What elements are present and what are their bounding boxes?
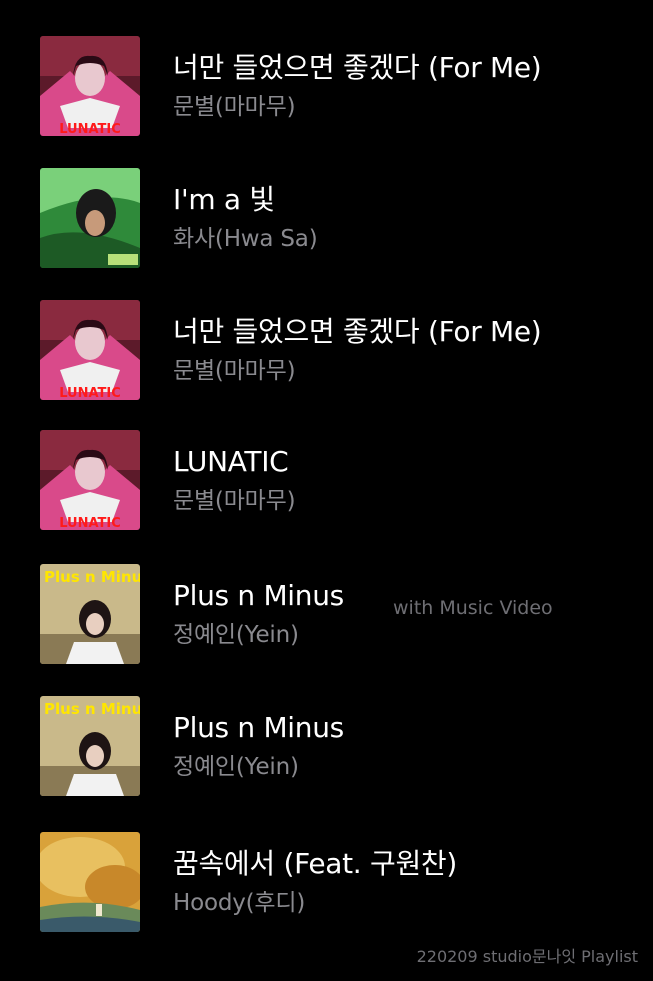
track-row[interactable]: Plus n Minus Plus n Minus 정예인(Yein) (0, 696, 653, 828)
track-title: Plus n Minus (173, 579, 344, 612)
music-video-badge: with Music Video (393, 597, 553, 619)
track-row[interactable]: LUNATIC 너만 들었으면 좋겠다 (For Me) 문별(마마무) (0, 300, 653, 432)
album-art-plus-n-minus-icon: Plus n Minus (40, 564, 140, 664)
track-row[interactable]: Plus n Minus Plus n Minus with Music Vid… (0, 564, 653, 696)
track-artist: 정예인(Yein) (173, 754, 299, 780)
album-art-text: Plus n Minus (44, 700, 140, 718)
album-art-text: LUNATIC (59, 386, 121, 400)
album-art-hwasa-icon (40, 168, 140, 268)
album-art-plus-n-minus-icon[interactable]: Plus n Minus (40, 564, 140, 664)
album-art-hoody-icon (40, 832, 140, 932)
track-artist: 문별(마마무) (173, 488, 296, 514)
album-art-text: LUNATIC (59, 122, 121, 136)
track-title: Plus n Minus (173, 711, 344, 744)
track-artist: 문별(마마무) (173, 94, 296, 120)
album-art-text: Plus n Minus (44, 568, 140, 586)
album-art-plus-n-minus-icon: Plus n Minus (40, 696, 140, 796)
track-title: 너만 들었으면 좋겠다 (For Me) (173, 51, 542, 84)
track-row[interactable]: LUNATIC LUNATIC 문별(마마무) (0, 430, 653, 562)
track-row[interactable]: LUNATIC 너만 들었으면 좋겠다 (For Me) 문별(마마무) (0, 36, 653, 168)
track-title: 너만 들었으면 좋겠다 (For Me) (173, 315, 542, 348)
album-art-lunatic-icon: LUNATIC (40, 300, 140, 400)
track-row[interactable]: I'm a 빛 화사(Hwa Sa) (0, 168, 653, 300)
track-artist: Hoody(후디) (173, 890, 306, 916)
album-art-hwasa-icon[interactable] (40, 168, 140, 268)
album-art-lunatic-icon: LUNATIC (40, 36, 140, 136)
track-artist: 화사(Hwa Sa) (173, 226, 318, 252)
album-art-lunatic-icon[interactable]: LUNATIC (40, 430, 140, 530)
track-artist: 정예인(Yein) (173, 622, 299, 648)
album-art-hoody-icon[interactable] (40, 832, 140, 932)
playlist-caption: 220209 studio문나잇 Playlist (416, 947, 638, 966)
album-art-lunatic-icon: LUNATIC (40, 430, 140, 530)
track-title: I'm a 빛 (173, 183, 275, 216)
album-art-plus-n-minus-icon[interactable]: Plus n Minus (40, 696, 140, 796)
album-art-lunatic-icon[interactable]: LUNATIC (40, 300, 140, 400)
track-row[interactable]: 꿈속에서 (Feat. 구원찬) Hoody(후디) (0, 832, 653, 964)
track-title: 꿈속에서 (Feat. 구원찬) (173, 847, 458, 880)
track-artist: 문별(마마무) (173, 358, 296, 384)
track-title: LUNATIC (173, 445, 289, 478)
album-art-text: LUNATIC (59, 516, 121, 530)
album-art-lunatic-icon[interactable]: LUNATIC (40, 36, 140, 136)
